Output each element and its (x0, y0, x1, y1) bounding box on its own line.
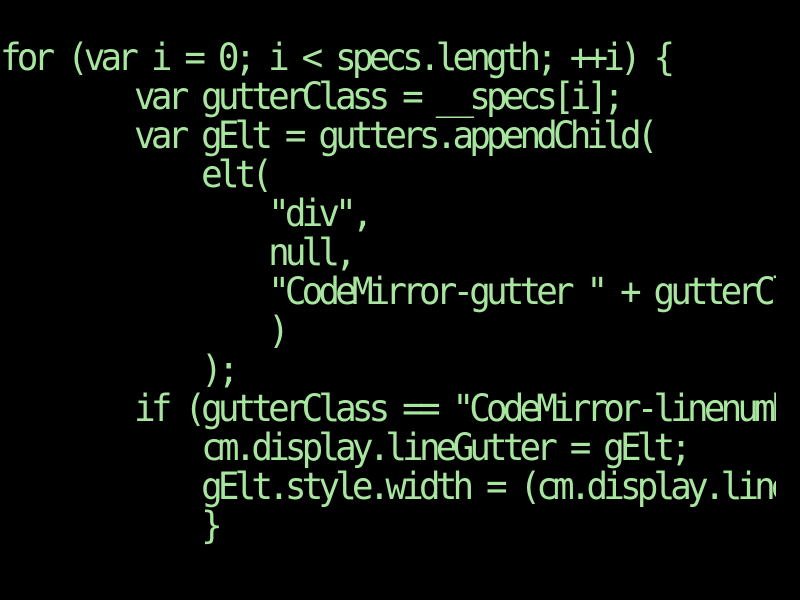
code-line: var gElt = gutters.appendChild( (0, 114, 658, 157)
code-line: } (0, 504, 223, 545)
code-line: var gutterClass = __specs[i]; (0, 75, 625, 118)
code-line: null, (0, 231, 357, 274)
code-line: elt( (0, 153, 273, 196)
code-line: if (gutterClass == "CodeMirror-linenumbe… (134, 387, 776, 430)
code-line: "CodeMirror-gutter " + gutterClass (0, 270, 776, 313)
code-line: "div", (0, 192, 373, 235)
code-line: ); (0, 348, 239, 391)
code-line: cm.display.lineGutter = gElt; (0, 426, 692, 469)
code-line: gElt.style.width = (cm.display.lineNumWi… (201, 465, 776, 508)
code-screen: for (var i = 0; i < specs.length; ++i) {… (0, 0, 800, 600)
code-line: ) (0, 309, 290, 352)
code-block: for (var i = 0; i < specs.length; ++i) {… (0, 38, 776, 545)
code-line: for (var i = 0; i < specs.length; ++i) { (0, 38, 675, 79)
